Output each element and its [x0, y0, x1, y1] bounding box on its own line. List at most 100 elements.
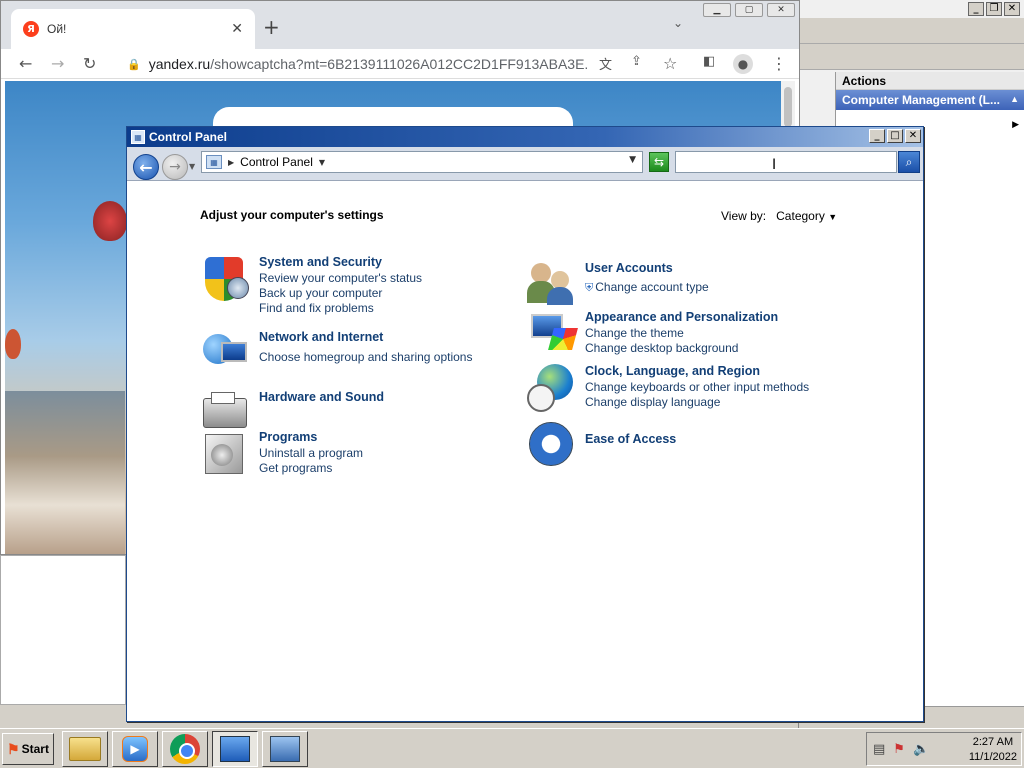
hills-image	[5, 391, 125, 554]
yandex-favicon-icon: Я	[23, 21, 39, 37]
chrome-close-button[interactable]: ✕	[767, 3, 795, 17]
mmc-minimize-button[interactable]: _	[968, 2, 984, 16]
tab-search-chevron-icon[interactable]: ⌄	[673, 16, 683, 30]
clock[interactable]: 2:27 AM 11/1/2022	[969, 735, 1017, 765]
start-label: Start	[21, 742, 49, 756]
recent-pages-dropdown-icon[interactable]: ▼	[189, 162, 195, 171]
balloon-image	[5, 329, 21, 359]
category-link[interactable]: Choose homegroup and sharing options	[259, 350, 472, 365]
category-title[interactable]: Programs	[259, 430, 363, 444]
mmc-close-button[interactable]: ✕	[1004, 2, 1020, 16]
cp-maximize-button[interactable]: □	[887, 129, 903, 143]
breadcrumb-dropdown-icon[interactable]: ▼	[319, 158, 325, 167]
control-panel-icon: ▦	[131, 130, 145, 144]
mmc-window-controls: _ ❐ ✕	[968, 2, 1020, 16]
forward-arrow-icon[interactable]: →	[162, 154, 188, 180]
category-title[interactable]: Ease of Access	[585, 432, 676, 446]
cp-titlebar: ▦ Control Panel _ □ ✕	[127, 127, 923, 147]
chrome-icon	[170, 734, 200, 764]
category-title[interactable]: Hardware and Sound	[259, 390, 384, 404]
security-shield-icon[interactable]	[201, 255, 249, 303]
refresh-icon[interactable]: ⇆	[649, 152, 669, 172]
network-globe-icon[interactable]	[201, 330, 249, 378]
action-center-flag-icon[interactable]: ⚑	[893, 742, 905, 757]
chrome-maximize-button[interactable]: ▢	[735, 3, 763, 17]
taskbar-control-panel[interactable]	[212, 731, 258, 767]
volume-icon[interactable]: 🔈	[913, 742, 929, 757]
clock-globe-icon[interactable]	[527, 364, 575, 412]
new-tab-icon[interactable]: +	[263, 15, 280, 39]
mmc-restore-button[interactable]: ❐	[986, 2, 1002, 16]
lock-icon[interactable]: 🔒	[127, 58, 141, 71]
category-ease-of-access: Ease of Access	[527, 420, 676, 468]
category-link[interactable]: Change desktop background	[585, 341, 778, 356]
address-history-dropdown-icon[interactable]: ▼	[629, 155, 636, 165]
browser-tab[interactable]: Я Ой! ✕	[11, 9, 255, 49]
cp-content: Adjust your computer's settings View by:…	[127, 181, 923, 721]
view-by-control: View by: Category ▼	[721, 209, 837, 223]
search-input[interactable]	[675, 151, 897, 173]
category-link[interactable]: Find and fix problems	[259, 301, 422, 316]
back-arrow-icon[interactable]: ←	[133, 154, 159, 180]
chrome-minimize-button[interactable]: ▁	[703, 3, 731, 17]
taskbar-media-player[interactable]: ▶	[112, 731, 158, 767]
network-icon[interactable]: ▤	[873, 742, 885, 757]
category-link[interactable]: Get programs	[259, 461, 363, 476]
category-link[interactable]: Change the theme	[585, 326, 778, 341]
appearance-icon[interactable]	[527, 310, 578, 358]
star-icon[interactable]: ☆	[663, 54, 677, 73]
chrome-window-controls: ▁ ▢ ✕	[703, 3, 795, 17]
search-icon[interactable]: ⌕	[898, 151, 920, 173]
collapse-up-icon[interactable]: ▲	[1010, 94, 1019, 104]
chevron-down-icon[interactable]: ▼	[828, 212, 837, 222]
users-icon[interactable]	[527, 259, 575, 307]
translate-icon[interactable]: 文	[599, 54, 612, 73]
back-arrow-icon[interactable]: ←	[19, 54, 32, 73]
kebab-menu-icon[interactable]: ⋮	[771, 54, 787, 73]
taskbar-explorer[interactable]	[62, 731, 108, 767]
category-link-with-shield[interactable]: ⛨ Change account type	[585, 280, 709, 296]
category-title[interactable]: System and Security	[259, 255, 422, 269]
category-link[interactable]: Change keyboards or other input methods	[585, 380, 809, 395]
mmc-menu-strip	[799, 18, 1024, 44]
cp-navbar: ← → ▼ ▦ ▶ Control Panel ▼ ▼ ⇆ ⌕ I	[127, 147, 923, 181]
category-programs: Programs Uninstall a program Get program…	[201, 430, 363, 478]
actions-computer-management[interactable]: Computer Management (L... ▲	[836, 90, 1024, 110]
category-link[interactable]: Uninstall a program	[259, 446, 363, 461]
profile-icon[interactable]: ●	[733, 54, 753, 74]
cp-close-button[interactable]: ✕	[905, 129, 921, 143]
category-title[interactable]: Network and Internet	[259, 330, 472, 344]
view-by-select[interactable]: Category ▼	[776, 209, 837, 223]
share-icon[interactable]: ⇪	[631, 54, 642, 69]
category-link[interactable]: Back up your computer	[259, 286, 422, 301]
control-panel-icon: ▦	[206, 155, 222, 169]
cp-address-bar[interactable]: ▦ ▶ Control Panel ▼ ▼	[201, 151, 643, 173]
scrollbar-thumb[interactable]	[784, 87, 792, 127]
category-link[interactable]: Review your computer's status	[259, 271, 422, 286]
reload-icon[interactable]: ↻	[83, 54, 96, 73]
category-user-accounts: User Accounts ⛨ Change account type	[527, 259, 709, 307]
cp-window-title: Control Panel	[149, 130, 228, 144]
breadcrumb-control-panel[interactable]: Control Panel	[240, 155, 313, 169]
cp-minimize-button[interactable]: _	[869, 129, 885, 143]
start-button[interactable]: ⚑ Start	[2, 733, 54, 765]
ease-of-access-icon[interactable]	[527, 420, 575, 468]
system-tray: ▤ ⚑ 🔈 2:27 AM 11/1/2022	[866, 732, 1022, 766]
taskbar-chrome[interactable]	[162, 731, 208, 767]
taskbar-computer-management[interactable]	[262, 731, 308, 767]
actions-title: Actions	[836, 72, 1024, 90]
media-player-icon: ▶	[122, 736, 148, 762]
address-bar[interactable]: 🔒 yandex.ru/showcaptcha?mt=6B2139111026A…	[127, 52, 587, 76]
breadcrumb-separator-icon[interactable]: ▶	[228, 158, 234, 167]
programs-disc-icon[interactable]	[201, 430, 249, 478]
forward-arrow-icon[interactable]: →	[51, 54, 64, 73]
control-panel-window: ▦ Control Panel _ □ ✕ ← → ▼ ▦ ▶ Control …	[126, 126, 924, 722]
category-link[interactable]: Change display language	[585, 395, 809, 410]
close-tab-icon[interactable]: ✕	[231, 21, 243, 37]
category-title[interactable]: User Accounts	[585, 261, 709, 275]
folder-icon	[69, 737, 101, 761]
side-panel-icon[interactable]: ◧	[703, 54, 715, 69]
category-title[interactable]: Clock, Language, and Region	[585, 364, 809, 378]
more-actions-arrow-icon[interactable]: ▶	[1012, 120, 1019, 130]
category-title[interactable]: Appearance and Personalization	[585, 310, 778, 324]
